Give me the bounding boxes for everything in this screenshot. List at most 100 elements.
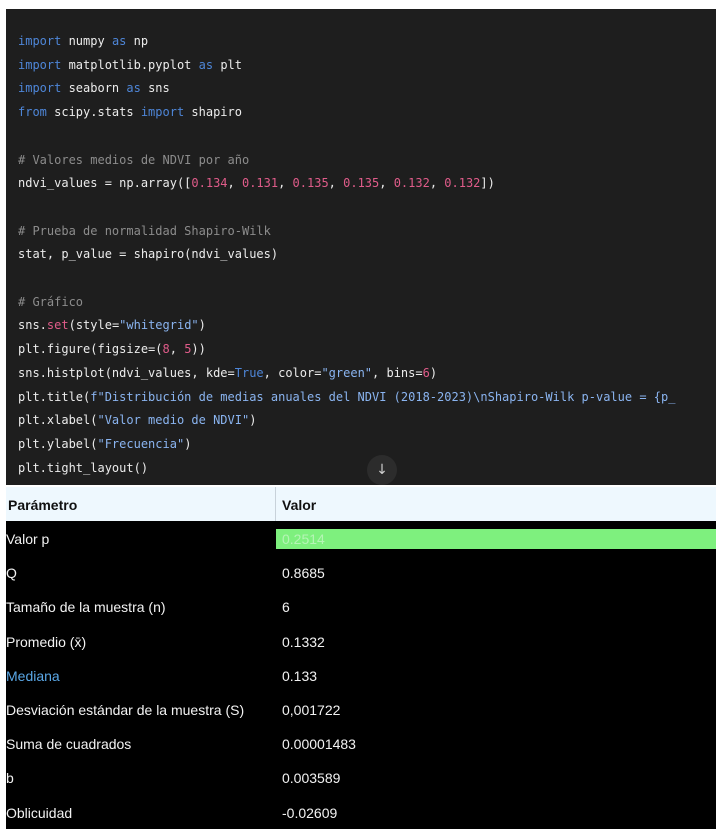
- code-token: stat, p_value = shapiro(ndvi_values): [18, 247, 279, 262]
- code-token: as: [126, 81, 141, 96]
- code-line: plt.title(f"Distribución de medias anual…: [18, 389, 675, 405]
- code-token: 0.132: [393, 176, 430, 191]
- code-token: as: [198, 57, 214, 72]
- code-token: True: [234, 365, 264, 380]
- value-cell: 0.8685: [282, 565, 325, 582]
- code-token: ): [198, 318, 206, 333]
- code-token: "green": [321, 365, 373, 380]
- code-token: 6: [422, 365, 430, 380]
- code-token: 0.132: [444, 176, 481, 191]
- code-token: 0.131: [241, 176, 279, 191]
- code-token: ]): [480, 176, 495, 191]
- code-editor: import numpy as np import matplotlib.pypl…: [6, 9, 716, 485]
- code-token: import: [140, 105, 185, 120]
- table-row: b 0.003589: [6, 760, 716, 794]
- value-cell: 0.2514: [282, 531, 325, 547]
- code-token: plt.tight_layout(): [18, 460, 149, 475]
- code-line: # Prueba de normalidad Shapiro-Wilk: [18, 223, 271, 239]
- table-row: Valor p 0.2514: [6, 521, 716, 555]
- value-cell: 0,001722: [282, 702, 341, 718]
- code-token: shapiro: [184, 105, 242, 120]
- code-token: # Prueba de normalidad Shapiro-Wilk: [18, 223, 271, 238]
- table-row: Promedio (x̄) 0.1332: [6, 624, 716, 658]
- code-line: import numpy as np: [18, 33, 148, 49]
- code-token: ,: [169, 342, 185, 357]
- table-row: Mediana 0.133: [6, 658, 716, 692]
- table-row: Oblicuidad -0.02609: [6, 795, 716, 829]
- scroll-down-button[interactable]: ↓: [367, 455, 397, 485]
- value-cell: 0.00001483: [282, 736, 356, 753]
- value-cell: -0.02609: [282, 804, 338, 821]
- param-cell: Desviación estándar de la muestra (S): [6, 702, 245, 718]
- code-token: sns: [140, 81, 170, 96]
- code-line: plt.tight_layout(): [18, 460, 148, 476]
- param-cell[interactable]: Mediana: [6, 658, 60, 692]
- code-token: 0.135: [292, 176, 329, 191]
- code-line: stat, p_value = shapiro(ndvi_values): [18, 246, 278, 262]
- code-token: , bins=: [372, 365, 423, 380]
- code-token: ): [249, 413, 257, 428]
- value-cell: 0.003589: [282, 770, 341, 787]
- code-token: ,: [227, 176, 242, 191]
- code-line: ndvi_values = np.array([0.134, 0.131, 0.…: [18, 175, 495, 191]
- code-token: ,: [328, 176, 344, 191]
- code-token: numpy: [61, 34, 112, 48]
- param-cell: Suma de cuadrados: [6, 736, 132, 753]
- code-token: ,: [278, 176, 293, 191]
- code-token: (style=: [68, 318, 120, 333]
- code-token: "Valor medio de NDVI": [97, 413, 250, 428]
- code-line: plt.ylabel("Frecuencia"): [18, 436, 191, 452]
- code-token: set: [46, 318, 69, 333]
- code-token: import: [18, 81, 62, 96]
- code-line: plt.figure(figsize=(8, 5)): [18, 341, 206, 357]
- value-cell: 6: [282, 599, 290, 616]
- arrow-down-icon: ↓: [376, 462, 388, 478]
- code-token: "Frecuencia": [97, 436, 185, 451]
- code-token: matplotlib.pyplot: [61, 57, 199, 72]
- code-token: , color=: [263, 365, 322, 380]
- param-cell: b: [6, 770, 14, 787]
- param-cell: Oblicuidad: [6, 804, 73, 821]
- header-valor: Valor: [282, 497, 317, 513]
- value-highlight: [276, 529, 716, 549]
- table-row: Desviación estándar de la muestra (S) 0,0…: [6, 692, 716, 726]
- code-token: sns.: [18, 318, 47, 333]
- code-line: import matplotlib.pyplot as plt: [18, 57, 242, 73]
- value-cell: 0.1332: [282, 633, 325, 650]
- code-token: "whitegrid": [119, 318, 199, 333]
- table-row: Q 0.8685: [6, 555, 716, 589]
- code-token: ): [429, 365, 438, 380]
- code-token: 0.134: [191, 176, 228, 191]
- param-cell: Q: [6, 565, 17, 582]
- code-token: as: [111, 34, 127, 48]
- code-line: plt.xlabel("Valor medio de NDVI"): [18, 412, 256, 428]
- code-token: # Valores medios de NDVI por año: [18, 152, 250, 167]
- code-line: # Gráfico: [18, 294, 83, 310]
- code-token: ndvi_values = np.array([: [18, 176, 192, 191]
- code-token: )): [191, 342, 206, 357]
- code-line: import seaborn as sns: [18, 80, 170, 96]
- code-token: plt.ylabel(: [18, 436, 98, 451]
- code-token: plt.xlabel(: [18, 413, 98, 428]
- code-token: 8: [162, 342, 170, 357]
- code-token: 0.135: [343, 176, 380, 191]
- code-token: scipy.stats: [46, 105, 141, 120]
- code-token: import: [18, 57, 62, 72]
- code-token: ,: [429, 176, 445, 191]
- code-token: np: [126, 34, 149, 48]
- table-row: Tamaño de la muestra (n) 6: [6, 589, 716, 623]
- results-table: Parámetro Valor Valor p 0.2514 Q 0.8685 Tama…: [6, 487, 716, 829]
- code-token: seaborn: [61, 81, 127, 96]
- param-cell: Tamaño de la muestra (n): [6, 599, 166, 616]
- code-token: import: [18, 34, 62, 48]
- code-line: from scipy.stats import shapiro: [18, 104, 242, 120]
- code-token: plt.title(: [18, 389, 91, 404]
- table-row: Suma de cuadrados 0.00001483: [6, 726, 716, 760]
- code-token: f"Distribución de medias anuales del NDV…: [90, 389, 676, 404]
- table-header: Parámetro Valor: [6, 487, 716, 521]
- code-line: sns.histplot(ndvi_values, kde=True, colo…: [18, 365, 437, 381]
- code-token: ): [184, 436, 192, 451]
- value-cell: 0.133: [282, 667, 318, 684]
- header-divider: [275, 487, 276, 521]
- param-cell: Valor p: [6, 531, 50, 547]
